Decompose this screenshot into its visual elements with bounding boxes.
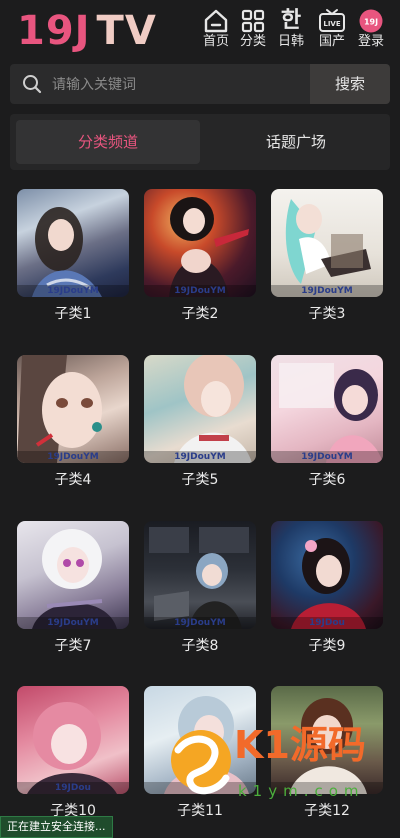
nav-login-label: 登录 (357, 34, 384, 49)
swirl-logo-icon (171, 730, 231, 795)
category-label: 子类6 (308, 472, 346, 488)
category-label: 子类3 (308, 306, 346, 322)
search-icon (23, 75, 42, 94)
category-label: 子类4 (54, 472, 92, 488)
category-thumbnail[interactable]: 19JDouYM (271, 355, 383, 463)
top-header: 19J TV 首页 分类 한 日韩 LIVE 国产 19J 登录 (0, 0, 400, 60)
korean-char-icon: 한 (280, 8, 302, 33)
category-label: 子类2 (181, 306, 219, 322)
thumbnail-watermark: 19JDou (17, 782, 129, 794)
connection-status-bar: 正在建立安全连接... (0, 816, 113, 838)
category-card[interactable]: 19JDou 子类10 (17, 682, 129, 819)
user-badge-icon: 19J (359, 9, 383, 33)
category-label: 子类8 (181, 638, 219, 654)
category-thumbnail[interactable]: 19JDouYM (17, 189, 129, 297)
nav-domestic[interactable]: LIVE 国产 (313, 8, 351, 56)
category-label: 子类7 (54, 638, 92, 654)
live-tv-icon: LIVE (319, 9, 345, 32)
thumbnail-watermark: 19JDouYM (271, 451, 383, 463)
category-card[interactable]: 19JDouYM 子类6 (271, 351, 383, 488)
thumbnail-watermark: 19JDouYM (144, 617, 256, 629)
category-thumbnail[interactable]: 19JDouYM (144, 355, 256, 463)
category-card[interactable]: 19JDouYM 子类5 (144, 351, 256, 488)
search-bar: 搜索 (10, 64, 390, 106)
category-card[interactable]: 19JDouYM 子类8 (144, 517, 256, 654)
site-logo[interactable]: 19J TV (17, 9, 157, 53)
logo-suffix: TV (96, 8, 157, 54)
logo-number: 19J (17, 8, 91, 54)
category-thumbnail[interactable]: 19JDouYM (17, 521, 129, 629)
category-thumbnail[interactable]: 19JDouYM (144, 189, 256, 297)
source-domain-text: k1ym.com (238, 782, 365, 800)
source-brand-text: K1源码 (234, 723, 366, 767)
thumbnail-watermark: 19JDouYM (271, 285, 383, 297)
nav-category-label: 分类 (239, 34, 266, 49)
nav-home[interactable]: 首页 (197, 8, 235, 56)
category-label: 子类9 (308, 638, 346, 654)
source-watermark-logo: K1源码 k1ym.com (168, 712, 378, 816)
nav-japan-korea[interactable]: 한 日韩 (272, 8, 310, 56)
thumbnail-watermark: 19JDouYM (144, 451, 256, 463)
category-thumbnail[interactable]: 19JDouYM (144, 521, 256, 629)
home-icon (204, 9, 228, 33)
category-label: 子类1 (54, 306, 92, 322)
channel-tabs: 分类频道 话题广场 (10, 114, 390, 170)
thumbnail-watermark: 19JDouYM (17, 285, 129, 297)
nav-domestic-label: 国产 (318, 34, 345, 49)
category-card[interactable]: 19JDouYM 子类4 (17, 351, 129, 488)
tab-topic-square[interactable]: 话题广场 (206, 120, 386, 164)
category-thumbnail[interactable]: 19JDouYM (271, 189, 383, 297)
thumbnail-watermark: 19JDouYM (17, 617, 129, 629)
category-card[interactable]: 19JDouYM 子类1 (17, 185, 129, 322)
thumbnail-watermark: 19JDou (271, 617, 383, 629)
category-card[interactable]: 19JDou 子类9 (271, 517, 383, 654)
category-card[interactable]: 19JDouYM 子类2 (144, 185, 256, 322)
svg-text:LIVE: LIVE (323, 20, 340, 28)
grid-icon (241, 9, 265, 33)
tab-category-channel[interactable]: 分类频道 (16, 120, 200, 164)
category-label: 子类5 (181, 472, 219, 488)
category-thumbnail[interactable]: 19JDou (271, 521, 383, 629)
nav-japan-korea-label: 日韩 (277, 34, 304, 49)
nav-home-label: 首页 (202, 34, 229, 49)
category-thumbnail[interactable]: 19JDouYM (17, 355, 129, 463)
category-thumbnail[interactable]: 19JDou (17, 686, 129, 794)
thumbnail-watermark: 19JDouYM (144, 285, 256, 297)
thumbnail-watermark: 19JDouYM (17, 451, 129, 463)
nav-login[interactable]: 19J 登录 (352, 8, 390, 56)
category-card[interactable]: 19JDouYM 子类3 (271, 185, 383, 322)
search-button[interactable]: 搜索 (310, 64, 390, 104)
category-card[interactable]: 19JDouYM 子类7 (17, 517, 129, 654)
search-input[interactable] (50, 64, 304, 106)
nav-category[interactable]: 分类 (234, 8, 272, 56)
svg-text:19J: 19J (364, 18, 378, 27)
search-input-box[interactable] (10, 64, 310, 106)
